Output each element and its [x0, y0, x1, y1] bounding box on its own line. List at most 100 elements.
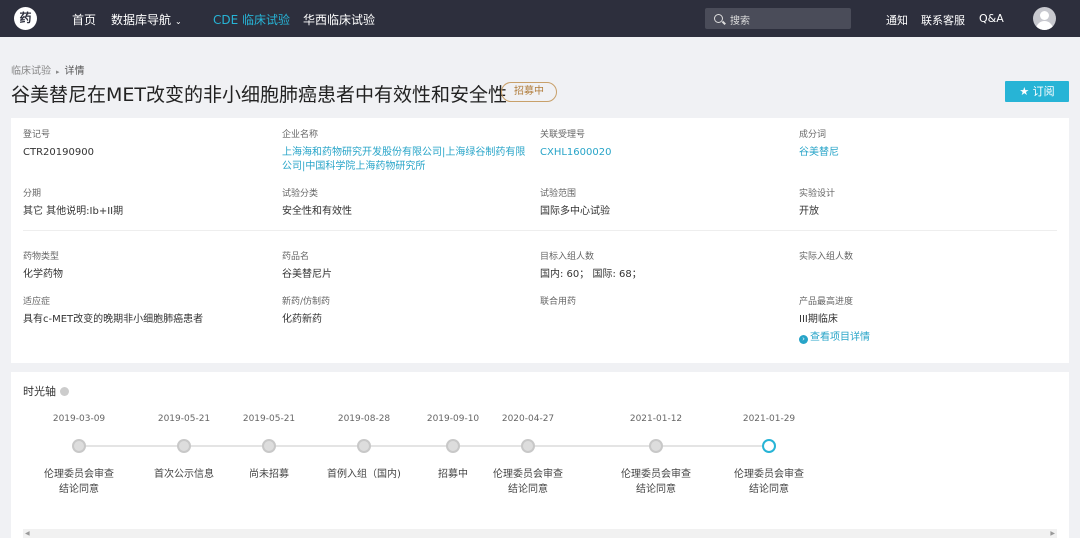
field-label: 试验分类 [282, 189, 319, 199]
field-progress: 产品最高进度 III期临床 › 查看项目详情 [799, 294, 1049, 344]
timeline-title-text: 时光轴 [23, 385, 56, 398]
related-no-link[interactable]: CXHL1600020 [540, 146, 790, 160]
field-label: 药物类型 [23, 252, 60, 262]
field-value: 国内: 60； 国际: 68； [540, 269, 642, 280]
section-divider [23, 230, 1057, 231]
field-value: 其它 其他说明:Ib+II期 [23, 206, 124, 217]
field-label: 试验范围 [540, 189, 577, 199]
field-label: 产品最高进度 [799, 297, 854, 307]
nav-cde-trials[interactable]: CDE 临床试验 [213, 11, 290, 28]
field-label: 新药/仿制药 [282, 297, 331, 307]
field-drug-name: 药品名 谷美替尼片 [282, 249, 532, 282]
field-combo: 联合用药 [540, 294, 790, 313]
horizontal-scrollbar[interactable]: ◀ ▶ [23, 529, 1057, 538]
field-label: 关联受理号 [540, 130, 586, 140]
qa-link[interactable]: Q&A [979, 12, 1004, 25]
view-project-details-link[interactable]: › 查看项目详情 [799, 328, 1049, 344]
company-links[interactable]: 上海海和药物研究开发股份有限公司|上海绿谷制药有限公司|中国科学院上海药物研究所 [282, 146, 532, 174]
field-actual-enroll: 实际入组人数 [799, 249, 1049, 268]
nav-huaxi-trials[interactable]: 华西临床试验 [303, 11, 375, 28]
timeline-label: 伦理委员会审查结论同意 [621, 469, 691, 495]
field-related-no: 关联受理号 CXHL1600020 [540, 127, 790, 160]
timeline-date: 2021-01-12 [629, 414, 683, 424]
field-label: 实际入组人数 [799, 252, 854, 262]
timeline-label: 首次公示信息 [154, 469, 214, 480]
timeline-dot[interactable] [649, 439, 663, 453]
timeline-card: 时光轴 2019-03-09 伦理委员会审查结论同意 2019-05-21 首次公示信… [11, 372, 1069, 538]
field-scope: 试验范围 国际多中心试验 [540, 186, 790, 219]
breadcrumb-current: 详情 [64, 66, 85, 77]
nav-home[interactable]: 首页 [72, 11, 96, 28]
trial-info-card: 登记号 CTR20190900 企业名称 上海海和药物研究开发股份有限公司|上海… [11, 118, 1069, 363]
field-value: 化药新药 [282, 314, 322, 325]
timeline-label: 首例入组（国内) [327, 469, 401, 480]
timeline-dot[interactable] [762, 439, 776, 453]
timeline-label: 伦理委员会审查结论同意 [734, 469, 804, 495]
timeline-label: 伦理委员会审查结论同意 [44, 469, 114, 495]
field-label: 成分词 [799, 130, 827, 140]
field-value: III期临床 [799, 314, 838, 325]
field-new-drug: 新药/仿制药 化药新药 [282, 294, 532, 327]
customer-service-link[interactable]: 联系客服 [921, 12, 965, 28]
field-indication: 适应症 具有c-MET改变的晚期非小细胞肺癌患者 [23, 294, 273, 327]
timeline-dot[interactable] [262, 439, 276, 453]
field-target-enroll: 目标入组人数 国内: 60； 国际: 68； [540, 249, 790, 282]
search-icon [714, 14, 723, 23]
field-design: 实验设计 开放 [799, 186, 1049, 219]
timeline-date: 2019-05-21 [242, 414, 296, 424]
avatar[interactable] [1033, 7, 1056, 30]
field-label: 登记号 [23, 130, 51, 140]
arrow-circle-icon: › [799, 335, 808, 344]
timeline-date: 2020-04-27 [501, 414, 555, 424]
timeline-dot[interactable] [72, 439, 86, 453]
timeline-dot[interactable] [521, 439, 535, 453]
field-company: 企业名称 上海海和药物研究开发股份有限公司|上海绿谷制药有限公司|中国科学院上海… [282, 127, 532, 174]
field-value: 安全性和有效性 [282, 206, 352, 217]
timeline-label: 伦理委员会审查结论同意 [493, 469, 563, 495]
scroll-right-icon[interactable]: ▶ [1050, 529, 1055, 538]
field-reg-no: 登记号 CTR20190900 [23, 127, 273, 160]
search-placeholder: 搜索 [730, 16, 750, 27]
field-value: CTR20190900 [23, 147, 94, 158]
field-value: 开放 [799, 206, 819, 217]
nav-database-label: 数据库导航 [111, 13, 172, 27]
help-icon[interactable] [60, 387, 69, 396]
chevron-down-icon: ⌄ [175, 17, 182, 26]
scroll-left-icon[interactable]: ◀ [25, 529, 30, 538]
timeline-date: 2021-01-29 [742, 414, 796, 424]
logo-icon[interactable]: 药 [14, 7, 37, 30]
field-value: 国际多中心试验 [540, 206, 610, 217]
field-label: 适应症 [23, 297, 51, 307]
status-badge: 招募中 [501, 82, 557, 102]
field-ingredient: 成分词 谷美替尼 [799, 127, 1049, 160]
field-drug-type: 药物类型 化学药物 [23, 249, 273, 282]
breadcrumb-arrow-icon: ▸ [56, 68, 60, 76]
notifications-link[interactable]: 通知 [886, 12, 908, 28]
field-label: 企业名称 [282, 130, 319, 140]
avatar-body-shape [1036, 21, 1053, 30]
timeline-dot[interactable] [177, 439, 191, 453]
breadcrumb-parent[interactable]: 临床试验 [11, 66, 51, 77]
field-category: 试验分类 安全性和有效性 [282, 186, 532, 219]
field-value: 化学药物 [23, 269, 63, 280]
page-title: 谷美替尼在MET改变的非小细胞肺癌患者中有效性和安全性 [11, 84, 508, 106]
avatar-head-shape [1040, 11, 1049, 20]
top-nav-bar: 药 首页 数据库导航 ⌄ CDE 临床试验 华西临床试验 搜索 通知 联系客服 Q… [0, 0, 1080, 37]
timeline-label: 招募中 [438, 469, 468, 480]
timeline-label: 尚未招募 [249, 469, 289, 480]
field-label: 实验设计 [799, 189, 836, 199]
field-label: 联合用药 [540, 297, 577, 307]
view-project-details-label: 查看项目详情 [810, 332, 870, 343]
ingredient-link[interactable]: 谷美替尼 [799, 146, 1049, 160]
field-value: 谷美替尼片 [282, 269, 332, 280]
field-label: 分期 [23, 189, 42, 199]
field-value: 具有c-MET改变的晚期非小细胞肺癌患者 [23, 314, 204, 325]
nav-database-nav[interactable]: 数据库导航 ⌄ [111, 11, 182, 28]
field-label: 药品名 [282, 252, 310, 262]
timeline-dot[interactable] [357, 439, 371, 453]
breadcrumb: 临床试验 ▸ 详情 [11, 62, 85, 77]
timeline-title: 时光轴 [23, 383, 69, 399]
search-input[interactable]: 搜索 [705, 8, 851, 29]
subscribe-button[interactable]: ★ 订阅 [1005, 81, 1069, 102]
timeline-dot[interactable] [446, 439, 460, 453]
